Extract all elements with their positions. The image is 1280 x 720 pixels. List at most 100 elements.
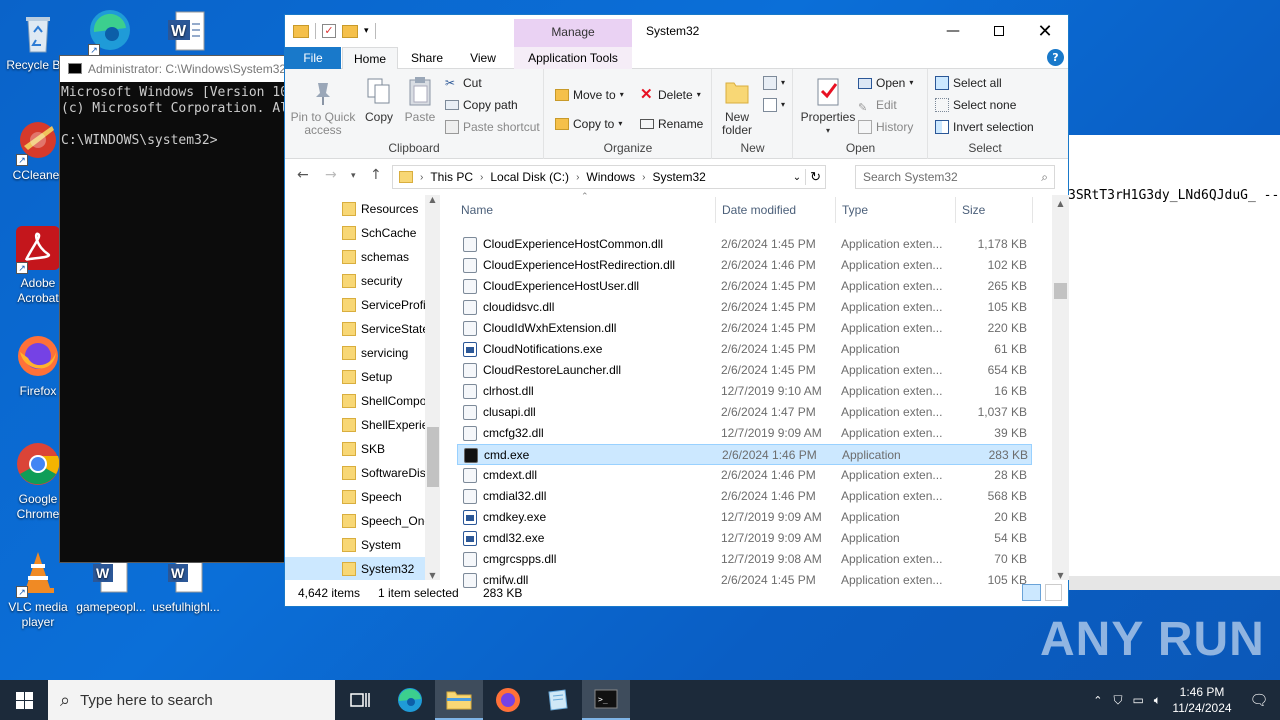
notifications-icon[interactable]: 🗨︎ bbox=[1238, 691, 1280, 709]
search-input[interactable]: Search System32 ⌕ bbox=[855, 165, 1055, 189]
manage-tab-header[interactable]: Manage bbox=[514, 19, 632, 47]
desktop-icon-edge[interactable]: ↗ bbox=[72, 6, 148, 58]
nav-item[interactable]: schemas bbox=[285, 245, 425, 269]
taskbar-file-explorer[interactable] bbox=[435, 680, 483, 720]
file-row[interactable]: CloudNotifications.exe 2/6/2024 1:45 PM Ap… bbox=[457, 339, 1032, 360]
file-row[interactable]: cloudidsvc.dll 2/6/2024 1:45 PM Applicatio… bbox=[457, 297, 1032, 318]
nav-item[interactable]: SoftwareDis bbox=[285, 461, 425, 485]
task-view-button[interactable] bbox=[336, 680, 384, 720]
tab-application-tools[interactable]: Application Tools bbox=[514, 47, 632, 69]
nav-scrollbar[interactable]: ▲ ▼ bbox=[425, 195, 440, 580]
nav-item[interactable]: Speech_One bbox=[285, 509, 425, 533]
properties-button[interactable]: Properties ▾ bbox=[800, 75, 856, 137]
back-arrow-icon[interactable]: ← bbox=[297, 167, 309, 183]
copy-path-button[interactable]: Copy path bbox=[445, 95, 518, 115]
help-icon[interactable]: ? bbox=[1047, 49, 1064, 66]
file-list-scrollbar[interactable]: ▲ ▼ bbox=[1052, 195, 1069, 580]
taskbar-edge[interactable] bbox=[386, 680, 434, 720]
move-to-button[interactable]: Move to ▾ bbox=[555, 85, 624, 105]
network-icon[interactable]: ▭ bbox=[1127, 693, 1148, 707]
desktop-icon-usefulhigh-doc[interactable]: W usefulhighl... bbox=[148, 556, 224, 615]
taskbar-notepad-app[interactable] bbox=[533, 680, 581, 720]
select-all-button[interactable]: Select all bbox=[935, 73, 1002, 93]
file-row[interactable]: cmcfg32.dll 12/7/2019 9:09 AM Application … bbox=[457, 423, 1032, 444]
delete-button[interactable]: ✕ Delete ▾ bbox=[640, 85, 701, 105]
nav-item[interactable]: Setup bbox=[285, 365, 425, 389]
paste-shortcut-button[interactable]: Paste shortcut bbox=[445, 117, 540, 137]
column-header-date[interactable]: Date modified bbox=[722, 203, 796, 217]
up-arrow-icon[interactable]: ↑ bbox=[370, 167, 382, 183]
file-row[interactable]: cmd.exe 2/6/2024 1:46 PM Application 283 KB bbox=[457, 444, 1032, 465]
tab-file[interactable]: File bbox=[285, 47, 341, 69]
breadcrumb-windows[interactable]: Windows bbox=[582, 170, 639, 184]
navigation-pane[interactable]: Resources SchCache schemas security ServiceP… bbox=[285, 195, 440, 580]
invert-selection-button[interactable]: Invert selection bbox=[935, 117, 1034, 137]
file-row[interactable]: clrhost.dll 12/7/2019 9:10 AM Application … bbox=[457, 381, 1032, 402]
file-row[interactable]: cmdext.dll 2/6/2024 1:46 PM Application ex… bbox=[457, 465, 1032, 486]
forward-arrow-icon[interactable]: → bbox=[325, 167, 337, 183]
nav-item[interactable]: SKB bbox=[285, 437, 425, 461]
edit-button[interactable]: ✎ Edit bbox=[858, 95, 897, 115]
paste-button[interactable]: Paste bbox=[402, 75, 438, 124]
rename-button[interactable]: Rename bbox=[640, 114, 703, 134]
column-header-name[interactable]: Name bbox=[461, 203, 493, 217]
nav-item[interactable]: Speech bbox=[285, 485, 425, 509]
nav-item[interactable]: ShellExperie bbox=[285, 413, 425, 437]
cut-button[interactable]: ✂ Cut bbox=[445, 73, 482, 93]
maximize-button[interactable] bbox=[976, 15, 1022, 47]
nav-item[interactable]: ServiceState bbox=[285, 317, 425, 341]
volume-icon[interactable]: 🔈︎ bbox=[1149, 693, 1166, 708]
clock[interactable]: 1:46 PM 11/24/2024 bbox=[1166, 684, 1238, 716]
copy-to-button[interactable]: Copy to ▾ bbox=[555, 114, 622, 134]
breadcrumb-local-disk[interactable]: Local Disk (C:) bbox=[486, 170, 573, 184]
new-folder-icon[interactable] bbox=[342, 24, 358, 38]
nav-item[interactable]: ShellCompo bbox=[285, 389, 425, 413]
file-row[interactable]: cmdl32.exe 12/7/2019 9:09 AM Application 54… bbox=[457, 528, 1032, 549]
file-row[interactable]: CloudExperienceHostRedirection.dll 2/6/20… bbox=[457, 255, 1032, 276]
pin-to-quick-access-button[interactable]: Pin to Quick access bbox=[290, 75, 356, 137]
cmd-title-bar[interactable]: Administrator: C:\Windows\System32\cmd.e… bbox=[60, 56, 284, 82]
new-folder-button[interactable]: New folder bbox=[717, 75, 757, 137]
file-row[interactable]: CloudIdWxhExtension.dll 2/6/2024 1:45 PM A… bbox=[457, 318, 1032, 339]
copy-button[interactable]: Copy bbox=[361, 75, 397, 124]
column-header-type[interactable]: Type bbox=[842, 203, 868, 217]
nav-item[interactable]: security bbox=[285, 269, 425, 293]
start-button[interactable] bbox=[0, 680, 48, 720]
nav-item[interactable]: Resources bbox=[285, 197, 425, 221]
file-row[interactable]: CloudExperienceHostCommon.dll 2/6/2024 1:… bbox=[457, 234, 1032, 255]
show-hidden-icons-chevron-icon[interactable]: ⌃ bbox=[1087, 694, 1108, 707]
address-dropdown-icon[interactable]: ⌄ bbox=[793, 172, 801, 183]
open-button[interactable]: Open ▾ bbox=[858, 73, 913, 93]
nav-item[interactable]: System32 bbox=[285, 557, 425, 580]
new-item-button[interactable]: ▾ bbox=[763, 73, 785, 93]
tab-share[interactable]: Share bbox=[407, 47, 447, 69]
nav-item[interactable]: System bbox=[285, 533, 425, 557]
desktop-icon-gamepeople-doc[interactable]: W gamepeopl... bbox=[73, 556, 149, 615]
file-row[interactable]: cmdkey.exe 12/7/2019 9:09 AM Application 20… bbox=[457, 507, 1032, 528]
qat-dropdown-icon[interactable]: ▾ bbox=[364, 26, 369, 36]
nav-item[interactable]: SchCache bbox=[285, 221, 425, 245]
file-row[interactable]: CloudExperienceHostUser.dll 2/6/2024 1:45… bbox=[457, 276, 1032, 297]
easy-access-button[interactable]: ▾ bbox=[763, 95, 785, 115]
desktop-icon-word-doc[interactable]: W bbox=[148, 8, 224, 60]
tab-home[interactable]: Home bbox=[342, 47, 398, 70]
refresh-icon[interactable]: ↻ bbox=[805, 169, 825, 185]
taskbar-firefox[interactable] bbox=[484, 680, 532, 720]
cmd-console-output[interactable]: Microsoft Windows [Version 10.0.19045.41… bbox=[60, 82, 284, 149]
file-row[interactable]: cmdial32.dll 2/6/2024 1:46 PM Application … bbox=[457, 486, 1032, 507]
file-explorer-window[interactable]: ✓ ▾ Manage System32 — ✕ File Home Share … bbox=[284, 14, 1069, 607]
minimize-button[interactable]: — bbox=[930, 15, 976, 47]
file-row[interactable]: clusapi.dll 2/6/2024 1:47 PM Application e… bbox=[457, 402, 1032, 423]
nav-item[interactable]: servicing bbox=[285, 341, 425, 365]
nav-item[interactable]: ServiceProfi bbox=[285, 293, 425, 317]
history-button[interactable]: History bbox=[858, 117, 913, 137]
file-list[interactable]: Name ⌃ Date modified Type Size CloudExpe… bbox=[455, 191, 1055, 588]
security-icon[interactable]: ⛉ bbox=[1108, 693, 1127, 708]
select-none-button[interactable]: Select none bbox=[935, 95, 1016, 115]
large-icons-view-icon[interactable] bbox=[1045, 584, 1062, 601]
breadcrumb-this-pc[interactable]: This PC bbox=[426, 170, 477, 184]
details-view-icon[interactable] bbox=[1022, 584, 1041, 601]
taskbar-cmd[interactable]: >_ bbox=[582, 680, 630, 720]
taskbar-search-box[interactable]: ⌕ Type here to search bbox=[48, 680, 335, 720]
properties-check-icon[interactable]: ✓ bbox=[322, 24, 336, 38]
